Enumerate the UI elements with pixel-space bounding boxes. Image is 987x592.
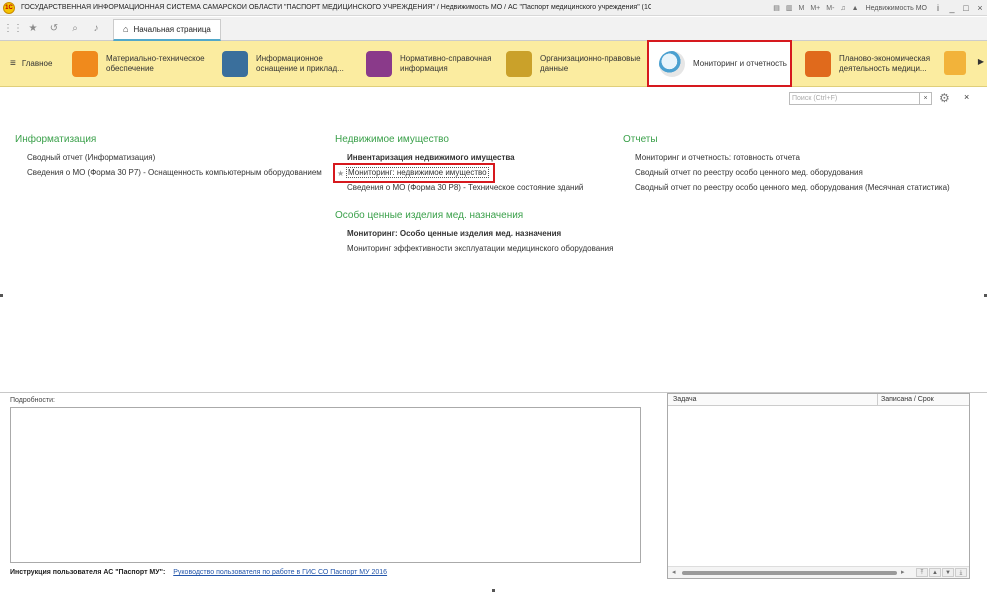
link-valuable-registry-report[interactable]: Сводный отчет по реестру особо ценного м… [635,168,863,177]
search-icon[interactable]: ⌕ [66,20,84,38]
details-label: Подробности: [10,397,55,404]
window-title: ГОСУДАРСТВЕННАЯ ИНФОРМАЦИОННАЯ СИСТЕМА С… [21,4,651,11]
link-equipment-efficiency[interactable]: Мониторинг эффективности эксплуатации ме… [347,244,613,253]
section-label-line2: информация [400,63,448,73]
tab-bar: ⋮⋮ ★ ↺ ⌕ ♪ ⌂ Начальная страница [0,17,987,41]
horizontal-scrollbar[interactable]: ◂ ▸ ⤒ ▲ ▼ ⤓ [668,566,969,578]
print-icon[interactable]: ▤ [773,4,780,12]
next-section-icon[interactable] [944,51,966,75]
scroll-right-arrow-icon[interactable]: ▸ [901,568,905,576]
link-form-30-p7[interactable]: Сведения о МО (Форма 30 Р7) - Оснащеннос… [27,168,322,177]
computer-icon [222,50,248,77]
scroll-right-icon[interactable]: ▶ [978,57,984,66]
minimize-button[interactable]: _ [945,3,959,13]
history-icon[interactable]: ↺ [45,20,63,38]
current-user[interactable]: Недвижимость МО [866,5,927,12]
bell-icon[interactable]: ♫ [840,5,845,12]
logistics-icon [72,50,98,77]
link-form-30-p8[interactable]: Сведения о МО (Форма 30 Р8) - Техническо… [347,183,583,192]
close-icon[interactable]: × [964,92,969,102]
link-real-estate-inventory[interactable]: Инвентаризация недвижимого имущества [347,153,515,162]
title-bar: 1С ГОСУДАРСТВЕННАЯ ИНФОРМАЦИОННАЯ СИСТЕМ… [0,0,987,16]
details-field[interactable] [10,407,641,563]
column-header-task[interactable]: Задача [668,394,878,405]
tab-home[interactable]: ⌂ Начальная страница [113,18,221,41]
section-label-line2: данные [540,63,569,73]
search-clear-button[interactable]: × [919,93,931,104]
search-placeholder: Поиск (Ctrl+F) [792,95,838,102]
tab-home-label: Начальная страница [133,24,211,34]
gear-icon[interactable]: ⚙ [939,91,950,105]
group-title-informatization: Информатизация [15,134,97,145]
folders-icon [506,50,532,77]
section-label: Нормативно-справочная [400,53,492,63]
link-monitoring-valuable[interactable]: Мониторинг: Особо ценные изделия мед. на… [347,229,561,238]
save-icon[interactable]: ▥ [786,4,793,12]
group-title-reports: Отчеты [623,134,658,145]
section-planning-economics[interactable]: Планово-экономическая деятельность медици… [805,41,930,87]
first-row-icon[interactable]: ⤒ [916,568,928,577]
section-label-line2: деятельность медици... [839,64,927,73]
next-row-icon[interactable]: ▼ [942,568,954,577]
section-reference[interactable]: Нормативно-справочная информация [366,41,506,87]
prev-row-icon[interactable]: ▲ [929,568,941,577]
row-navigation: ⤒ ▲ ▼ ⤓ [915,568,967,577]
section-label-line2: оснащение и приклад... [256,63,344,73]
scroll-left-icon[interactable]: ◂ [672,568,676,576]
instruction-label: Инструкция пользователя АС "Паспорт МУ": [10,569,166,576]
section-label: Главное [21,58,53,68]
tasks-header: Задача Записана / Срок [668,394,969,406]
books-icon [366,50,392,77]
section-legal[interactable]: Организационно-правовые данные [506,41,646,87]
section-label: Информационное [256,53,323,63]
app-logo: 1С [3,1,15,14]
search-input[interactable]: Поиск (Ctrl+F) × [789,92,932,105]
section-monitoring-reporting[interactable]: Мониторинг и отчетность [647,40,792,87]
memory-plus-button[interactable]: M+ [810,5,820,12]
section-main[interactable]: ≡ Главное [0,41,72,87]
memory-button[interactable]: M [798,5,804,12]
close-window-button[interactable]: × [973,3,987,13]
column-header-due[interactable]: Записана / Срок [878,394,934,405]
section-it-equipment[interactable]: Информационное оснащение и приклад... [222,41,366,87]
link-report-readiness[interactable]: Мониторинг и отчетность: готовность отче… [635,153,800,162]
resize-handle-left[interactable] [0,294,3,297]
magnifier-icon [659,50,685,77]
section-label: Организационно-правовые [540,53,641,63]
user-instruction: Инструкция пользователя АС "Паспорт МУ":… [10,569,387,576]
user-guide-link[interactable]: Руководство пользователя по работе в ГИС… [173,569,387,576]
link-valuable-registry-monthly[interactable]: Сводный отчет по реестру особо ценного м… [635,183,950,192]
menu-icon: ≡ [10,58,16,69]
section-label: Мониторинг и отчетность [693,58,787,68]
user-icon[interactable]: ▲ [852,5,859,12]
title-bar-controls: ▤ ▥ M M+ M- ♫ ▲ Недвижимость МО i _ □ × [770,0,987,16]
tasks-table: Задача Записана / Срок ◂ ▸ ⤒ ▲ ▼ ⤓ [667,393,970,579]
section-logistics[interactable]: Материально-техническое обеспечение [72,41,222,87]
maximize-button[interactable]: □ [959,3,973,13]
notification-bell-icon[interactable]: ♪ [87,20,105,38]
group-title-valuable-equipment: Особо ценные изделия мед. назначения [335,210,524,221]
link-summary-report-it[interactable]: Сводный отчет (Информатизация) [27,153,155,162]
planning-icon [805,51,831,77]
group-title-real-estate: Недвижимое имущество [335,134,449,145]
highlight-frame [333,163,495,183]
info-button[interactable]: i [931,3,945,13]
memory-minus-button[interactable]: M- [826,5,834,12]
home-icon: ⌂ [123,24,129,34]
section-label: Планово-экономическая [839,54,931,63]
apps-grid-icon[interactable]: ⋮⋮ [3,20,23,38]
scrollbar-thumb[interactable] [682,571,897,575]
favorites-star-icon[interactable]: ★ [24,20,42,38]
section-label: Материально-техническое [106,53,205,63]
section-label-line2: обеспечение [106,63,154,73]
last-row-icon[interactable]: ⤓ [955,568,967,577]
